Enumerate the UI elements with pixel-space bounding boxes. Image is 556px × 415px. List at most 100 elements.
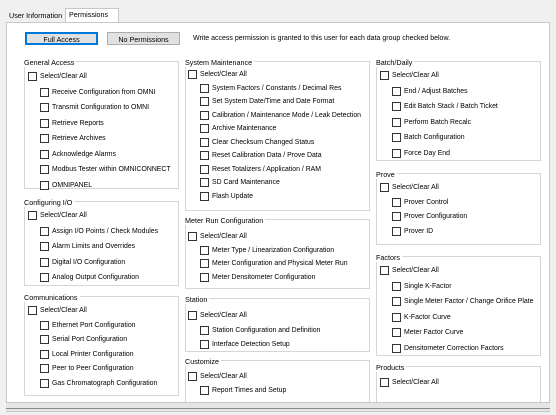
checkbox-box[interactable] <box>200 272 209 282</box>
tab-permissions[interactable]: Permissions <box>65 8 119 23</box>
checkbox-box[interactable] <box>40 320 49 330</box>
checkbox-box[interactable] <box>380 266 389 275</box>
checkbox-box[interactable] <box>188 372 197 381</box>
checkbox-label: Reset Totalizers / Application / RAM <box>212 165 322 173</box>
checkbox-box[interactable] <box>40 335 49 344</box>
checkbox-label: Meter Factor Curve <box>404 329 464 336</box>
tab-user-information[interactable]: User Information <box>6 10 68 22</box>
checkbox-box[interactable] <box>40 257 49 267</box>
checkbox-box[interactable] <box>40 180 49 190</box>
checkbox-box[interactable] <box>200 178 209 187</box>
checkbox-box[interactable] <box>200 97 209 106</box>
checkbox-box[interactable] <box>200 340 209 349</box>
checkbox-label: Peer to Peer Configuration <box>52 365 134 372</box>
checkbox-box[interactable] <box>392 86 401 96</box>
checkbox-box[interactable] <box>188 232 197 241</box>
checkbox-label: Meter Type / Linearization Configuration <box>212 246 335 254</box>
checkbox-box[interactable] <box>28 72 37 81</box>
bottom-divider <box>6 408 550 409</box>
checkbox-label: Acknowledge Alarms <box>52 150 116 158</box>
checkbox-box[interactable] <box>392 117 401 127</box>
checkbox-box[interactable] <box>392 312 401 322</box>
checkbox-box[interactable] <box>40 103 49 112</box>
checkbox-label: Select/Clear All <box>392 379 439 386</box>
no-permissions-button[interactable]: No Permissions <box>107 32 180 45</box>
group-title: Station <box>185 295 210 304</box>
checkbox-box[interactable] <box>40 273 49 282</box>
full-access-button[interactable]: Full Access <box>25 32 98 45</box>
checkbox-label: Edit Batch Stack / Batch Ticket <box>404 103 498 110</box>
checkbox-box[interactable] <box>392 212 401 221</box>
group-title: Batch/Daily <box>376 58 415 67</box>
checkbox-label: Interface Detection Setup <box>212 341 290 348</box>
checkbox-box[interactable] <box>28 306 37 315</box>
checkbox-box[interactable] <box>200 164 209 174</box>
checkbox-label: Clear Checksum Changed Status <box>212 138 315 146</box>
checkbox-label: Select/Clear All <box>40 212 87 219</box>
checkbox-box[interactable] <box>380 183 389 192</box>
checkbox-box[interactable] <box>392 133 401 142</box>
checkbox-label: Single K-Factor <box>404 282 452 290</box>
checkbox-box[interactable] <box>392 197 401 207</box>
checkbox-box[interactable] <box>40 118 49 128</box>
group-customize: Customize <box>185 357 370 404</box>
checkbox-box[interactable] <box>40 165 49 174</box>
checkbox-box[interactable] <box>380 378 389 387</box>
horizontal-scrollbar[interactable] <box>6 402 550 411</box>
checkbox-label: Retrieve Archives <box>52 135 106 142</box>
checkbox-box[interactable] <box>392 102 401 111</box>
group-title: Products <box>376 363 407 372</box>
checkbox-label: K-Factor Curve <box>404 313 451 321</box>
checkbox-box[interactable] <box>200 110 209 120</box>
checkbox-label: Modbus Tester within OMNICONNECT <box>52 166 171 173</box>
group-title: Customize <box>185 357 221 366</box>
group-title: Meter Run Configuration <box>185 216 266 225</box>
checkbox-box[interactable] <box>40 149 49 159</box>
checkbox-box[interactable] <box>200 325 209 335</box>
checkbox-label: Retrieve Reports <box>52 119 104 127</box>
checkbox-label: Batch Configuration <box>404 134 465 141</box>
checkbox-box[interactable] <box>40 226 49 236</box>
checkbox-label: Prover Configuration <box>404 213 468 220</box>
checkbox-box[interactable] <box>200 191 209 201</box>
checkbox-box[interactable] <box>200 83 209 93</box>
checkbox-label: Select/Clear All <box>392 267 439 274</box>
checkbox-label: Select/Clear All <box>200 233 247 240</box>
checkbox-label: Reset Calibration Data / Prove Data <box>212 152 322 159</box>
checkbox-label: Perform Batch Recalc <box>404 118 472 126</box>
checkbox-box[interactable] <box>392 328 401 337</box>
checkbox-box[interactable] <box>380 71 389 80</box>
checkbox-box[interactable] <box>392 226 401 236</box>
checkbox-box[interactable] <box>200 386 209 395</box>
checkbox-label: Digital I/O Configuration <box>52 258 126 266</box>
checkbox-label: Select/Clear All <box>40 307 87 314</box>
checkbox-box[interactable] <box>188 70 197 79</box>
checkbox-box[interactable] <box>392 297 401 306</box>
checkbox-box[interactable] <box>200 124 209 133</box>
checkbox-box[interactable] <box>40 87 49 97</box>
checkbox-box[interactable] <box>392 343 401 353</box>
checkbox-box[interactable] <box>392 281 401 291</box>
group-title: Factors <box>376 253 402 262</box>
checkbox-label: Receive Configuration from OMNI <box>52 88 156 96</box>
checkbox-box[interactable] <box>40 242 49 251</box>
checkbox-box[interactable] <box>392 148 401 158</box>
checkbox-label: Report Times and Setup <box>212 387 287 394</box>
checkbox-box[interactable] <box>200 151 209 160</box>
checkbox-label: Station Configuration and Definition <box>212 326 321 334</box>
checkbox-box[interactable] <box>28 211 37 220</box>
checkbox-box[interactable] <box>200 245 209 255</box>
group-title: Configuring I/O <box>24 198 75 207</box>
checkbox-box[interactable] <box>40 364 49 373</box>
checkbox-label: Calibration / Maintenance Mode / Leak De… <box>212 111 361 119</box>
checkbox-label: Select/Clear All <box>40 73 87 80</box>
checkbox-box[interactable] <box>40 378 49 388</box>
checkbox-box[interactable] <box>200 259 209 268</box>
checkbox-box[interactable] <box>40 349 49 359</box>
checkbox-label: Select/Clear All <box>200 373 247 380</box>
checkbox-box[interactable] <box>200 137 209 147</box>
checkbox-label: Local Printer Configuration <box>52 350 134 358</box>
checkbox-box[interactable] <box>188 311 197 320</box>
checkbox-label: Select/Clear All <box>200 312 247 319</box>
checkbox-box[interactable] <box>40 134 49 143</box>
